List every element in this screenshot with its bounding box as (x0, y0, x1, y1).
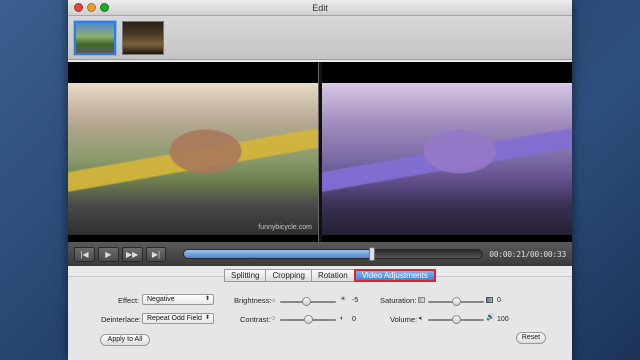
playback-controls: |◀ ▶ ▶▶ ▶| 00:00:21/00:00:33 (68, 242, 572, 266)
apply-to-all-button[interactable]: Apply to All (100, 334, 150, 346)
original-preview: funnybicycle.com (68, 83, 318, 235)
zoom-window-button[interactable] (100, 3, 109, 12)
play-icon: ▶ (105, 249, 112, 259)
saturation-value: 0 (497, 297, 501, 304)
fast-forward-button[interactable]: ▶▶ (121, 246, 143, 262)
preview-area: funnybicycle.com (68, 62, 572, 242)
contrast-slider[interactable] (280, 315, 336, 324)
play-button[interactable]: ▶ (97, 246, 119, 262)
volume-low-icon: ◂ (418, 315, 422, 322)
minimize-window-button[interactable] (87, 3, 96, 12)
apply-to-all-label: Apply to All (107, 336, 143, 343)
close-window-button[interactable] (74, 3, 83, 12)
deinterlace-value: Repeat Odd Field (147, 315, 202, 322)
preview-watermark: funnybicycle.com (258, 224, 312, 231)
skip-back-icon: |◀ (80, 249, 89, 259)
contrast-label: Contrast: (240, 315, 271, 324)
tab-splitting[interactable]: Splitting (224, 269, 267, 282)
window-title: Edit (312, 3, 328, 13)
brightness-value: -5 (352, 297, 359, 304)
tab-cropping-label: Cropping (272, 271, 305, 280)
saturation-high-icon (486, 297, 493, 303)
tab-cropping[interactable]: Cropping (265, 269, 312, 282)
contrast-high-icon: ◐ (340, 315, 345, 322)
clip-thumbnail-1[interactable] (74, 20, 116, 55)
brightness-slider[interactable] (280, 297, 336, 306)
reset-label: Reset (521, 334, 541, 341)
clip-thumbnail-strip (68, 16, 572, 60)
volume-high-icon: 🔊 (486, 314, 495, 321)
brightness-high-icon: ☀ (340, 296, 347, 303)
timecode: 00:00:21/00:00:33 (489, 249, 566, 259)
seek-progress (184, 250, 372, 258)
effect-select[interactable]: Negative ⬍ (142, 294, 214, 305)
adjusted-preview (322, 83, 572, 235)
skip-end-icon: ▶| (151, 249, 161, 259)
tab-video-adjustments[interactable]: Video Adjustments (353, 269, 436, 282)
tab-rotation[interactable]: Rotation (310, 269, 355, 282)
skip-back-button[interactable]: |◀ (74, 246, 95, 262)
title-bar: Edit (68, 0, 572, 16)
brightness-low-icon: ☼ (270, 297, 277, 304)
volume-value: 100 (497, 316, 509, 323)
volume-slider-handle[interactable] (452, 315, 461, 324)
brightness-label: Brightness: (234, 296, 272, 305)
window-controls (74, 3, 109, 12)
brightness-slider-handle[interactable] (302, 297, 311, 306)
skip-end-button[interactable]: ▶| (145, 246, 167, 262)
contrast-slider-handle[interactable] (304, 315, 313, 324)
contrast-low-icon: ○ (271, 315, 276, 322)
tab-video-adjustments-label: Video Adjustments (361, 271, 428, 280)
saturation-low-icon (418, 297, 425, 303)
reset-button[interactable]: Reset (516, 332, 546, 344)
volume-label: Volume: (390, 315, 418, 324)
contrast-value: 0 (352, 316, 356, 323)
effect-value: Negative (147, 296, 175, 303)
fast-forward-icon: ▶▶ (125, 249, 139, 259)
volume-slider[interactable] (428, 315, 484, 324)
adjustments-panel: Effect: Negative ⬍ Deinterlace: Repeat O… (68, 276, 572, 360)
saturation-slider-handle[interactable] (452, 297, 461, 306)
effect-label: Effect: (118, 296, 140, 305)
seek-bar[interactable] (183, 247, 484, 261)
clip-thumbnail-2[interactable] (122, 20, 164, 55)
seek-handle[interactable] (369, 247, 375, 261)
saturation-slider[interactable] (428, 297, 484, 306)
chevron-down-icon: ⬍ (204, 315, 210, 321)
adjusted-video-frame (322, 83, 572, 235)
tab-rotation-label: Rotation (317, 271, 348, 280)
edit-tabs: Splitting Cropping Rotation Video Adjust… (224, 269, 436, 282)
edit-window: Edit funnybicycle.com |◀ ▶ ▶▶ ▶| 00:00:2… (68, 0, 572, 360)
deinterlace-select[interactable]: Repeat Odd Field ⬍ (142, 313, 214, 324)
original-video-frame (68, 83, 318, 235)
chevron-down-icon: ⬍ (204, 296, 210, 302)
deinterlace-label: Deinterlace: (101, 315, 142, 324)
tab-splitting-label: Splitting (231, 271, 260, 280)
saturation-label: Saturation: (380, 296, 417, 305)
